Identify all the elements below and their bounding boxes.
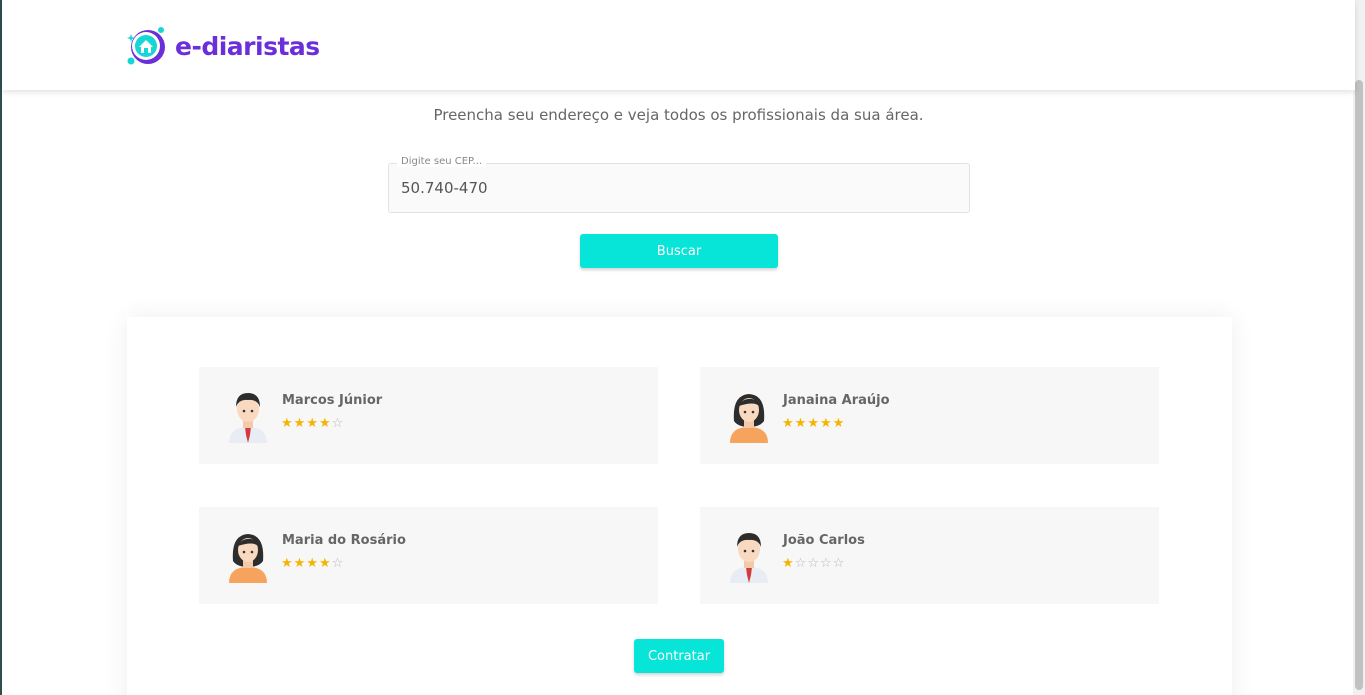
female-avatar-icon (730, 394, 768, 443)
star-icon: ★ (306, 556, 319, 571)
female-avatar-icon (229, 534, 267, 583)
star-outline-icon: ☆ (331, 416, 345, 431)
male-avatar-icon (229, 393, 267, 443)
cep-input-label: Digite seu CEP... (397, 156, 487, 167)
professional-card: Maria do Rosário ★★★★☆ (199, 507, 658, 604)
star-icon: ★ (782, 416, 795, 431)
professional-card: João Carlos ★☆☆☆☆ (700, 507, 1159, 604)
cep-input-value[interactable]: 50.740-470 (401, 179, 488, 197)
professional-card: Janaina Araújo ★★★★★ (700, 367, 1159, 464)
male-avatar-icon (730, 533, 768, 583)
star-icon: ★ (293, 556, 307, 571)
brand-logo[interactable]: e-diaristas (125, 24, 320, 68)
search-button[interactable]: Buscar (580, 234, 778, 268)
star-icon: ★ (293, 416, 307, 431)
star-icon: ★ (794, 416, 808, 431)
logo-icon (127, 27, 165, 65)
star-icon: ★ (281, 556, 294, 571)
star-outline-icon: ☆ (807, 556, 820, 571)
professional-name: Janaina Araújo (783, 393, 890, 408)
star-icon: ★ (782, 556, 795, 571)
brand-name: e-diaristas (175, 31, 320, 61)
search-subtitle: Preencha seu endereço e veja todos os pr… (433, 106, 924, 124)
star-outline-icon: ☆ (832, 556, 846, 571)
star-outline-icon: ☆ (794, 556, 808, 571)
rating-stars: ★☆☆☆☆ (782, 556, 845, 571)
star-icon: ★ (807, 416, 820, 431)
rating-stars: ★★★★★ (782, 416, 845, 431)
cep-input[interactable]: Digite seu CEP... 50.740-470 (388, 156, 970, 213)
hire-button[interactable]: Contratar (634, 639, 724, 673)
rating-stars: ★★★★☆ (281, 556, 344, 571)
star-icon: ★ (306, 416, 319, 431)
professional-name: Marcos Júnior (282, 393, 383, 408)
scrollbar-thumb[interactable] (1355, 80, 1363, 690)
rating-stars: ★★★★☆ (281, 416, 344, 431)
star-icon: ★ (318, 556, 332, 571)
professional-name: Maria do Rosário (282, 533, 406, 548)
star-icon: ★ (819, 416, 833, 431)
page-scrollbar[interactable] (1353, 0, 1365, 695)
professional-card: Marcos Júnior ★★★★☆ (199, 367, 658, 464)
star-icon: ★ (318, 416, 332, 431)
star-icon: ★ (281, 416, 294, 431)
star-outline-icon: ☆ (331, 556, 345, 571)
star-icon: ★ (832, 416, 846, 431)
professional-name: João Carlos (783, 533, 865, 548)
star-outline-icon: ☆ (819, 556, 833, 571)
top-header: e-diaristas (2, 0, 1355, 90)
